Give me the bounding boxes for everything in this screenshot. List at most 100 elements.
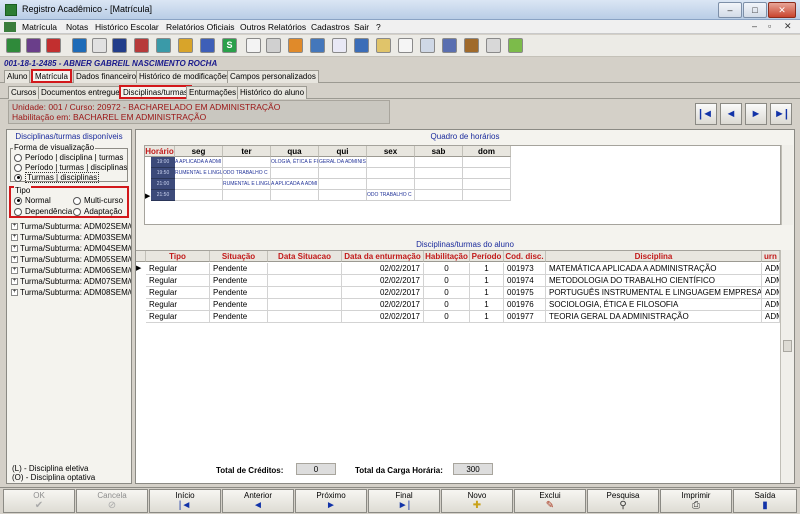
table-cell[interactable]: Pendente: [210, 311, 268, 323]
schedule-cell[interactable]: [367, 157, 415, 168]
folder-tool-icon[interactable]: [178, 38, 193, 53]
schedule-cell[interactable]: [463, 168, 511, 179]
schedule-cell[interactable]: ODO TRABALHO C: [223, 168, 271, 179]
expand-icon[interactable]: +: [11, 267, 18, 275]
tab-historico-aluno[interactable]: Histórico do aluno: [237, 86, 308, 99]
expand-icon[interactable]: +: [11, 234, 18, 242]
tipo-dependencia[interactable]: Dependência: [14, 207, 72, 216]
tab-cursos[interactable]: Cursos: [8, 86, 40, 99]
table-cell[interactable]: [268, 263, 342, 275]
menu-outros-relatorios[interactable]: Outros Relatórios: [240, 22, 306, 32]
chart-tool-icon[interactable]: [156, 38, 171, 53]
table-cell[interactable]: ADM: [762, 263, 780, 275]
table-cell[interactable]: 1: [470, 311, 504, 323]
calendar-tool-icon[interactable]: [310, 38, 325, 53]
view-periodo-turmas-disciplinas[interactable]: Período | turmas | disciplinas: [14, 163, 127, 172]
table-cell[interactable]: 1: [470, 275, 504, 287]
schedule-cell[interactable]: [415, 157, 463, 168]
window-tool-icon[interactable]: [398, 38, 413, 53]
tree-item-adm05sem[interactable]: + Turma/Subturma: ADM05SEM/0: [11, 255, 131, 264]
delete-button[interactable]: Exclui ✎: [514, 489, 586, 513]
card-tool-icon[interactable]: [112, 38, 127, 53]
users-tool-icon[interactable]: [92, 38, 107, 53]
print-button[interactable]: Imprimir ⎙: [660, 489, 732, 513]
tools-tool-icon[interactable]: [266, 38, 281, 53]
mdi-restore-button[interactable]: ▫: [768, 21, 771, 31]
schedule-cell[interactable]: [319, 179, 367, 190]
table-cell[interactable]: TEORIA GERAL DA ADMINISTRAÇÃO: [546, 311, 762, 323]
tree-item-adm08sem[interactable]: + Turma/Subturma: ADM08SEM/0: [11, 288, 131, 297]
schedule-scrollbar[interactable]: [781, 145, 793, 225]
tipo-multi-curso[interactable]: Multi-curso: [73, 196, 123, 205]
last-button[interactable]: Final ►|: [368, 489, 440, 513]
table-cell[interactable]: 001974: [504, 275, 546, 287]
table-cell[interactable]: [268, 299, 342, 311]
schedule-cell[interactable]: [415, 190, 463, 201]
table-cell[interactable]: METODOLOGIA DO TRABALHO CIENTÍFICO: [546, 275, 762, 287]
mdi-close-button[interactable]: ✕: [784, 21, 792, 32]
table-cell[interactable]: 02/02/2017: [342, 275, 424, 287]
list-tool-icon[interactable]: [200, 38, 215, 53]
last-record-button[interactable]: ►|: [770, 103, 792, 125]
grid-tool-icon[interactable]: [442, 38, 457, 53]
search-tool-icon[interactable]: [420, 38, 435, 53]
minimize-button[interactable]: –: [718, 2, 742, 18]
table-cell[interactable]: 02/02/2017: [342, 299, 424, 311]
schedule-cell[interactable]: OLOGIA, ÉTICA E FILOS: [271, 157, 319, 168]
table-cell[interactable]: Regular: [146, 275, 210, 287]
tab-documentos-entregues[interactable]: Documentos entregues: [38, 86, 127, 99]
schedule-cell[interactable]: [463, 190, 511, 201]
table-cell[interactable]: 001977: [504, 311, 546, 323]
schedule-cell[interactable]: [367, 179, 415, 190]
next-record-button[interactable]: ►: [745, 103, 767, 125]
tab-enturmacoes[interactable]: Enturmações: [186, 86, 240, 99]
check-tool-icon[interactable]: [508, 38, 523, 53]
table-cell[interactable]: [268, 287, 342, 299]
schedule-cell[interactable]: [175, 190, 223, 201]
tree-item-adm04sem[interactable]: + Turma/Subturma: ADM04SEM/0: [11, 244, 131, 253]
table-cell[interactable]: Regular: [146, 299, 210, 311]
radio-selected-icon[interactable]: [14, 173, 22, 182]
expand-icon[interactable]: +: [11, 256, 18, 264]
table-cell[interactable]: Regular: [146, 263, 210, 275]
next-button[interactable]: Próximo ►: [295, 489, 367, 513]
tree-item-adm03sem[interactable]: + Turma/Subturma: ADM03SEM/0: [11, 233, 131, 242]
scroll-thumb[interactable]: [783, 340, 792, 352]
schedule-cell[interactable]: [415, 179, 463, 190]
schedule-cell[interactable]: [319, 168, 367, 179]
view-periodo-disciplina-turmas[interactable]: Período | disciplina | turmas: [14, 153, 123, 162]
table-cell[interactable]: SOCIOLOGIA, ÉTICA E FILOSOFIA: [546, 299, 762, 311]
table-cell[interactable]: 02/02/2017: [342, 287, 424, 299]
table-cell[interactable]: 0: [424, 311, 470, 323]
mdi-minimize-button[interactable]: –: [752, 21, 757, 31]
schedule-cell[interactable]: [175, 179, 223, 190]
table-cell[interactable]: 1: [470, 299, 504, 311]
schedule-cell[interactable]: [271, 190, 319, 201]
schedule-cell[interactable]: [415, 168, 463, 179]
schedule-cell[interactable]: [319, 190, 367, 201]
previous-button[interactable]: Anterior ◄: [222, 489, 294, 513]
first-record-button[interactable]: |◄: [695, 103, 717, 125]
schedule-cell[interactable]: ODO TRABALHO C: [367, 190, 415, 201]
expand-icon[interactable]: +: [11, 223, 18, 231]
tree-item-adm07sem[interactable]: + Turma/Subturma: ADM07SEM/0: [11, 277, 131, 286]
view-turmas-disciplinas[interactable]: Turmas | disciplinas: [14, 172, 100, 183]
table-cell[interactable]: Pendente: [210, 287, 268, 299]
table-cell[interactable]: 001976: [504, 299, 546, 311]
notas-tool-icon[interactable]: [26, 38, 41, 53]
table-cell[interactable]: 1: [470, 287, 504, 299]
tab-historico-modificacoes[interactable]: Histórico de modificações: [136, 70, 234, 83]
clipboard-tool-icon[interactable]: [332, 38, 347, 53]
table-cell[interactable]: [268, 311, 342, 323]
calc-tool-icon[interactable]: [464, 38, 479, 53]
tree-item-adm06sem[interactable]: + Turma/Subturma: ADM06SEM/0: [11, 266, 131, 275]
menu-matricula[interactable]: Matrícula: [22, 22, 57, 32]
enrolled-scrollbar[interactable]: [780, 250, 794, 483]
table-cell[interactable]: PORTUGUÊS INSTRUMENTAL E LINGUAGEM EMPRE…: [546, 287, 762, 299]
matricula-tool-icon[interactable]: [6, 38, 21, 53]
first-button[interactable]: Início |◄: [149, 489, 221, 513]
table-cell[interactable]: ADM: [762, 287, 780, 299]
table-cell[interactable]: MATEMÁTICA APLICADA A ADMINISTRAÇÃO: [546, 263, 762, 275]
schedule-cell[interactable]: [367, 168, 415, 179]
close-button[interactable]: ✕: [768, 2, 796, 18]
